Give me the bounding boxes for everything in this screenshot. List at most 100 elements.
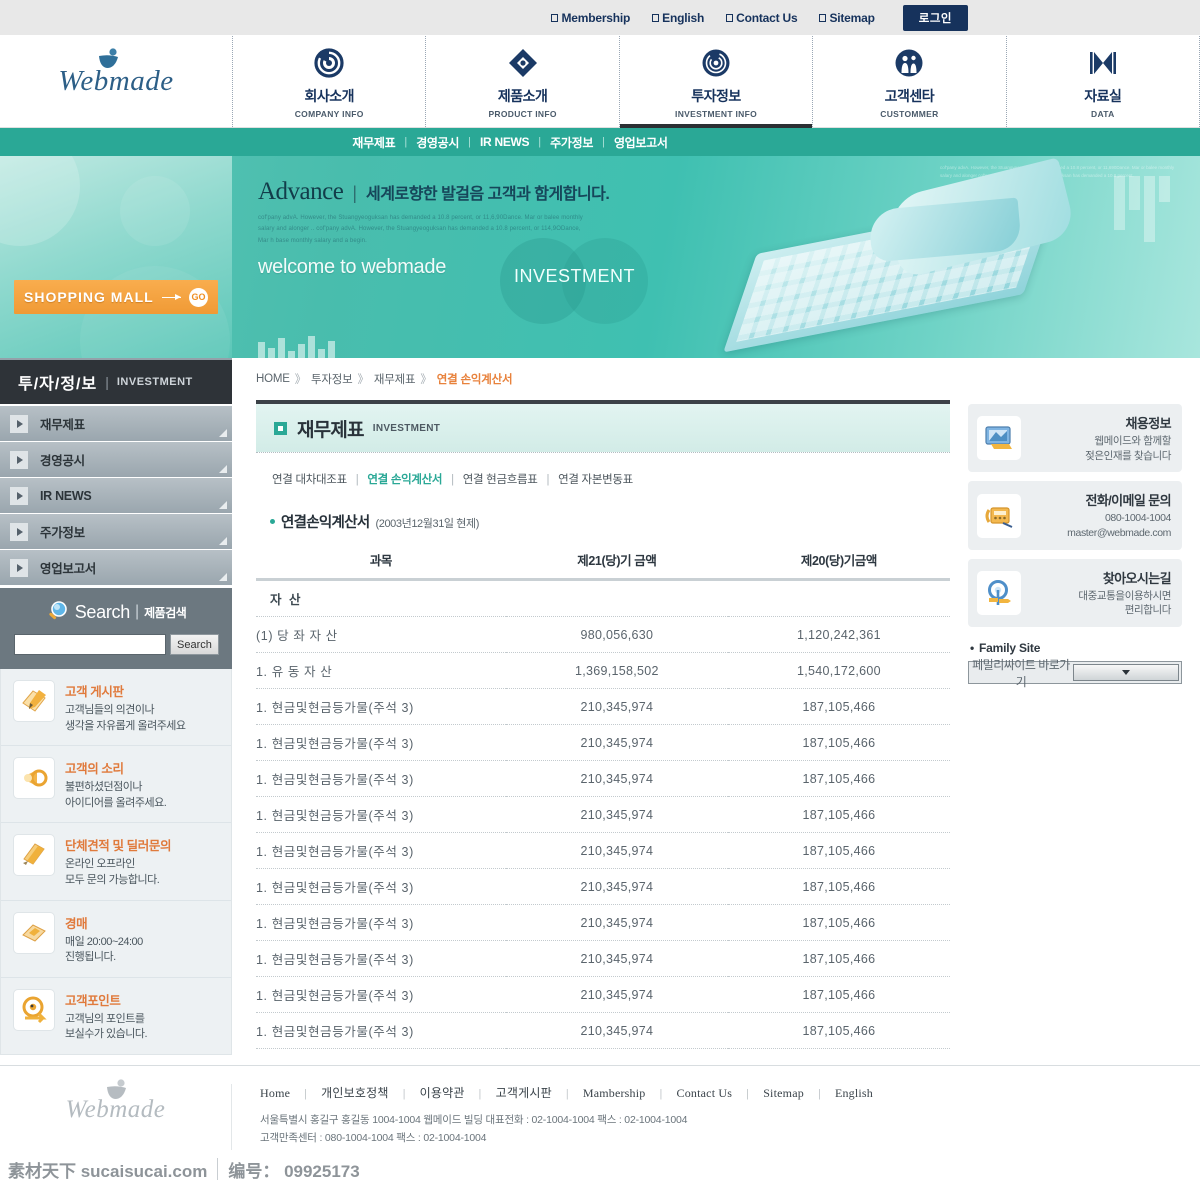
cell-value-2: 187,105,466 xyxy=(728,689,950,725)
bullet-dot-icon xyxy=(270,519,275,524)
community-boxes: 고객 게시판 고객님들의 의견이나 생각을 자유롭게 올려주세요 고객의 소리 … xyxy=(0,669,232,1055)
search-button[interactable]: Search xyxy=(170,634,219,655)
tab-separator: | xyxy=(451,474,454,486)
tab-consolidated-income-statement[interactable]: 연결 손익계산서 xyxy=(367,474,442,486)
right-box-directions[interactable]: 찾아오시는길 대중교통을이용하시면 편리합니다 xyxy=(968,559,1182,627)
subnav-item-management-disclosure[interactable]: 경영공시 xyxy=(416,134,459,151)
login-button[interactable]: 로그인 xyxy=(903,5,968,31)
tab-consolidated-equity-changes[interactable]: 연결 자본변동표 xyxy=(558,474,633,486)
footer-link-english[interactable]: English xyxy=(835,1086,873,1100)
community-item-customer-board[interactable]: 고객 게시판 고객님들의 의견이나 생각을 자유롭게 올려주세요 xyxy=(1,669,231,746)
community-item-line2: 모두 문의 가능합니다. xyxy=(65,873,171,889)
sidebar-item-management-disclosure[interactable]: 경영공시 xyxy=(0,442,232,477)
community-item-title: 경매 xyxy=(65,913,143,932)
sidebar-item-business-report[interactable]: 영업보고서 xyxy=(0,550,232,585)
topbar-link-label: Membership xyxy=(561,11,630,25)
cell-value-2: 1,540,172,600 xyxy=(728,653,950,689)
banner-small-text: cof'pany advA. However, the Stuangyeoguk… xyxy=(258,213,588,247)
footer-link-terms[interactable]: 이용약관 xyxy=(420,1086,465,1100)
breadcrumb-investment[interactable]: 투자정보 xyxy=(311,371,353,387)
diamond-icon xyxy=(508,48,538,81)
cell-value-1: 210,345,974 xyxy=(506,869,728,905)
topbar-link-english[interactable]: English xyxy=(652,11,704,25)
subnav-item-stock-info[interactable]: 주가정보 xyxy=(550,134,593,151)
footer-link-sitemap[interactable]: Sitemap xyxy=(763,1086,804,1100)
cell-value-2 xyxy=(728,580,950,617)
corner-fold-icon xyxy=(219,429,227,437)
column-header-period-20: 제20(당)기금액 xyxy=(728,544,950,580)
watermark-divider xyxy=(217,1158,218,1180)
go-button[interactable]: GO xyxy=(189,288,208,307)
cell-value-2: 1,120,242,361 xyxy=(728,617,950,653)
tab-separator: | xyxy=(546,474,549,486)
nav-item-product-info[interactable]: 제품소개 PRODUCT INFO xyxy=(425,36,618,127)
chevron-down-icon[interactable] xyxy=(1073,664,1179,681)
right-box-line1: 대중교통을이용하시면 xyxy=(1030,589,1171,604)
cell-value-2: 187,105,466 xyxy=(728,833,950,869)
right-box-contact[interactable]: 전화/이메일 문의 080-1004-1004 master@webmade.c… xyxy=(968,481,1182,549)
footer-separator: | xyxy=(304,1086,307,1100)
breadcrumb-separator: 》 xyxy=(295,371,306,387)
topbar-link-membership[interactable]: Membership xyxy=(551,11,630,25)
search-input[interactable] xyxy=(14,634,166,655)
target-arrow-icon xyxy=(13,989,55,1031)
nav-item-company-info[interactable]: 회사소개 COMPANY INFO xyxy=(232,36,425,127)
bowtie-icon xyxy=(1088,48,1118,81)
tab-consolidated-cash-flow[interactable]: 연결 현금흐름표 xyxy=(463,474,538,486)
community-item-bulk-quote[interactable]: 단체견적 및 딜러문의 온라인 오프라인 모두 문의 가능합니다. xyxy=(1,823,231,900)
sidebar-item-label: 경영공시 xyxy=(40,450,85,469)
community-item-line1: 불편하셨던점이나 xyxy=(65,780,166,796)
subnav-item-business-report[interactable]: 영업보고서 xyxy=(614,134,668,151)
logo-area[interactable]: Webmade xyxy=(0,36,232,127)
breadcrumb-financial-statements[interactable]: 재무제표 xyxy=(374,371,416,387)
sidebar-item-financial-statements[interactable]: 재무제표 xyxy=(0,406,232,441)
footer-link-privacy-policy[interactable]: 개인보호정책 xyxy=(321,1086,388,1100)
table-row: 1. 현금및현금등가물(주석 3) 210,345,974 187,105,46… xyxy=(256,833,950,869)
right-box-recruitment[interactable]: 채용정보 웹메이드와 함께할 젖은인재를 찾습니다 xyxy=(968,404,1182,472)
footer-separator: | xyxy=(746,1086,749,1100)
square-bullet-icon xyxy=(652,14,659,22)
shopping-mall-banner[interactable]: SHOPPING MALL GO xyxy=(14,280,218,314)
tab-consolidated-balance-sheet[interactable]: 연결 대차대조표 xyxy=(272,474,347,486)
breadcrumb-home[interactable]: HOME xyxy=(256,373,290,385)
triangle-right-icon xyxy=(10,451,28,469)
footer-address-line: 고객만족센터 : 080-1004-1004 팩스 : 02-1004-1004 xyxy=(260,1129,1200,1147)
sidebar-item-stock-info[interactable]: 주가정보 xyxy=(0,514,232,549)
sidebar-item-ir-news[interactable]: IR NEWS xyxy=(0,478,232,513)
subnav-item-financial-statements[interactable]: 재무제표 xyxy=(352,134,395,151)
table-row: 1. 현금및현금등가물(주석 3) 210,345,974 187,105,46… xyxy=(256,761,950,797)
cell-value-2: 187,105,466 xyxy=(728,725,950,761)
cell-value-1: 1,369,158,502 xyxy=(506,653,728,689)
community-item-line2: 진행됩니다. xyxy=(65,950,143,966)
sub-navigation-bar: 재무제표 | 경영공시 | IR NEWS | 주가정보 | 영업보고서 xyxy=(0,128,1200,156)
table-subtitle-date: (2003년12월31일 현제) xyxy=(375,515,479,531)
panel-title-ko: 재무제표 xyxy=(297,415,364,442)
nav-label-en: PRODUCT INFO xyxy=(488,109,556,119)
family-site-label: Family Site xyxy=(970,641,1182,655)
family-site-select[interactable]: 페밀리싸이트 바로가기 xyxy=(968,661,1182,684)
cell-value-2: 187,105,466 xyxy=(728,761,950,797)
topbar-link-contact-us[interactable]: Contact Us xyxy=(726,11,797,25)
banner-headline: Advance xyxy=(258,178,343,206)
footer-separator: | xyxy=(660,1086,663,1100)
community-item-customer-points[interactable]: 고객포인트 고객님의 포인트를 보실수가 있습니다. xyxy=(1,978,231,1054)
footer-link-customer-board[interactable]: 고객게시판 xyxy=(496,1086,552,1100)
right-box-line1: 080-1004-1004 xyxy=(1030,511,1171,526)
footer-link-membership[interactable]: Mambership xyxy=(583,1086,646,1100)
footer-links: Home | 개인보호정책 | 이용약관 | 고객게시판 | Mambershi… xyxy=(260,1084,1200,1101)
section-title-divider: | xyxy=(105,374,109,390)
nav-item-customer-center[interactable]: 고객센타 CUSTOMMER xyxy=(812,36,1005,127)
nav-label-en: CUSTOMMER xyxy=(880,109,938,119)
table-row: 1. 현금및현금등가물(주석 3) 210,345,974 187,105,46… xyxy=(256,905,950,941)
banner-bottom-bars xyxy=(258,336,335,358)
subnav-item-ir-news[interactable]: IR NEWS xyxy=(480,135,529,149)
footer-link-contact-us[interactable]: Contact Us xyxy=(677,1086,733,1100)
nav-item-data-room[interactable]: 자료실 DATA xyxy=(1006,36,1200,127)
footer-link-home[interactable]: Home xyxy=(260,1086,290,1100)
topbar-link-sitemap[interactable]: Sitemap xyxy=(819,11,874,25)
community-item-voice-of-customer[interactable]: 고객의 소리 불편하셨던점이나 아이디어를 올려주세요. xyxy=(1,746,231,823)
megaphone-icon xyxy=(13,757,55,799)
nav-item-investment-info[interactable]: 투자정보 INVESTMENT INFO xyxy=(619,36,812,127)
section-title-en: INVESTMENT xyxy=(117,376,193,388)
community-item-auction[interactable]: 경매 매일 20:00~24:00 진행됩니다. xyxy=(1,901,231,978)
